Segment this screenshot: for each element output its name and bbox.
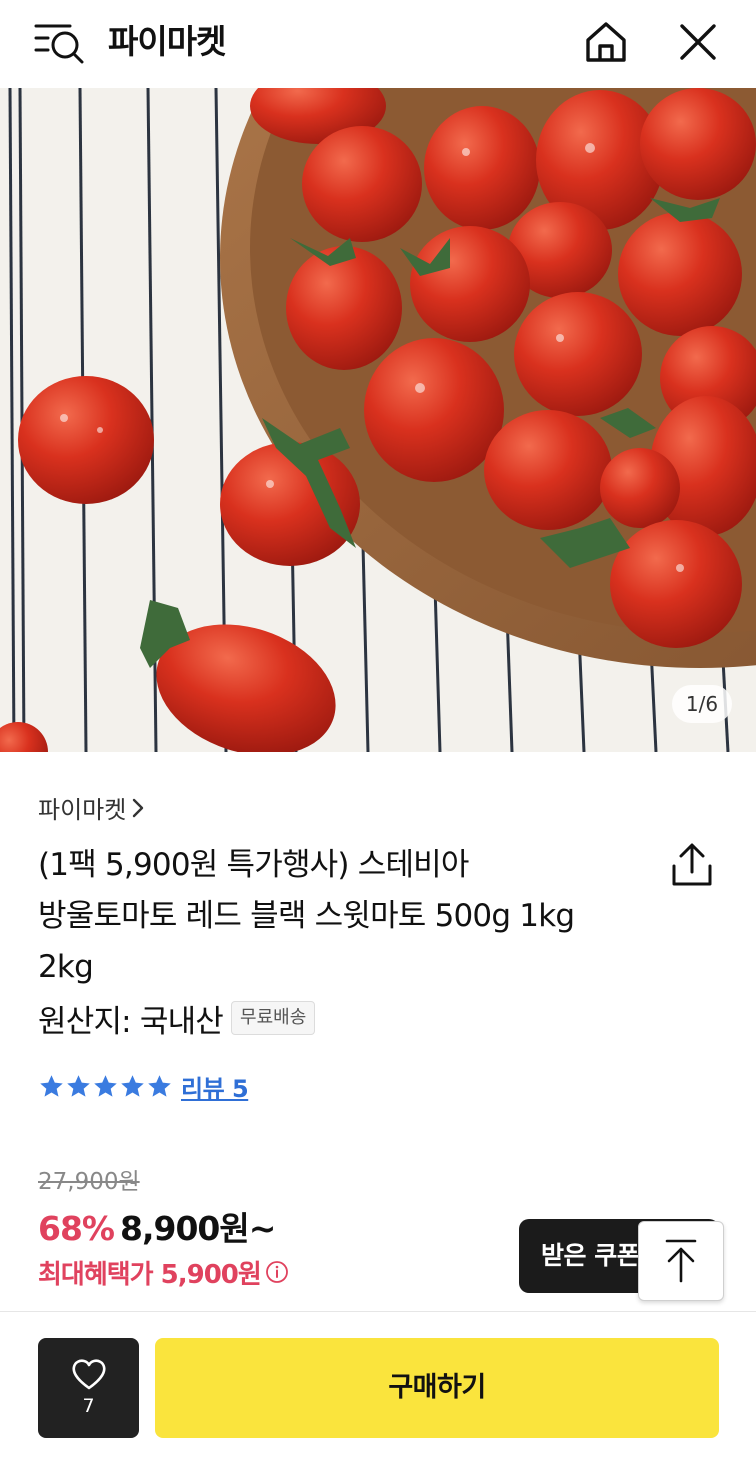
- arrow-up-icon: [665, 1239, 697, 1283]
- top-app-bar: 파이마켓: [0, 0, 756, 88]
- product-title: (1팩 5,900원 특가행사) 스테비아 방울토마토 레드 블랙 스윗마토 5…: [38, 840, 628, 993]
- divider: [0, 1311, 756, 1312]
- discount-rate: 68%: [38, 1209, 115, 1248]
- info-icon[interactable]: [265, 1260, 289, 1284]
- product-photo: [0, 88, 756, 752]
- app-title: 파이마켓: [108, 22, 226, 61]
- star-icon: [94, 1074, 117, 1097]
- product-title-line: 방울토마토 레드 블랙 스윗마토 500g 1kg: [38, 898, 575, 934]
- original-price: 27,900원: [38, 1169, 140, 1195]
- rating-stars: [38, 1073, 173, 1100]
- rating-row: 리뷰 5: [38, 1068, 249, 1104]
- product-image-carousel[interactable]: [0, 88, 756, 752]
- share-icon[interactable]: [670, 842, 714, 888]
- star-icon: [148, 1074, 171, 1097]
- scroll-to-top-button[interactable]: [638, 1221, 724, 1301]
- max-benefit-text: 최대혜택가 5,900원: [38, 1259, 262, 1290]
- max-benefit-price[interactable]: 최대혜택가 5,900원: [38, 1254, 289, 1290]
- like-button[interactable]: 7: [38, 1338, 139, 1438]
- close-icon[interactable]: [676, 20, 720, 64]
- chevron-right-icon: [132, 793, 144, 827]
- origin-text: 원산지: 국내산: [38, 1003, 224, 1040]
- seller-link[interactable]: 파이마켓: [38, 793, 144, 827]
- like-count: 7: [82, 1395, 95, 1417]
- price-row: 68% 8,900원~: [38, 1202, 276, 1248]
- home-icon[interactable]: [582, 18, 630, 66]
- star-icon: [40, 1074, 63, 1097]
- free-shipping-badge: 무료배송: [231, 1001, 316, 1035]
- origin-row: 원산지: 국내산 무료배송: [38, 996, 316, 1040]
- buy-button[interactable]: 구매하기: [155, 1338, 719, 1438]
- sale-price: 8,900원~: [120, 1209, 276, 1248]
- menu-search-icon[interactable]: [32, 20, 84, 66]
- product-title-line: (1팩 5,900원 특가행사) 스테비아: [38, 847, 469, 883]
- star-icon: [67, 1074, 90, 1097]
- star-icon: [121, 1074, 144, 1097]
- seller-name: 파이마켓: [38, 796, 127, 824]
- review-link[interactable]: 리뷰 5: [181, 1069, 249, 1104]
- product-title-line: 2kg: [38, 949, 94, 985]
- image-page-counter: 1/6: [672, 685, 732, 723]
- heart-icon: [71, 1359, 106, 1390]
